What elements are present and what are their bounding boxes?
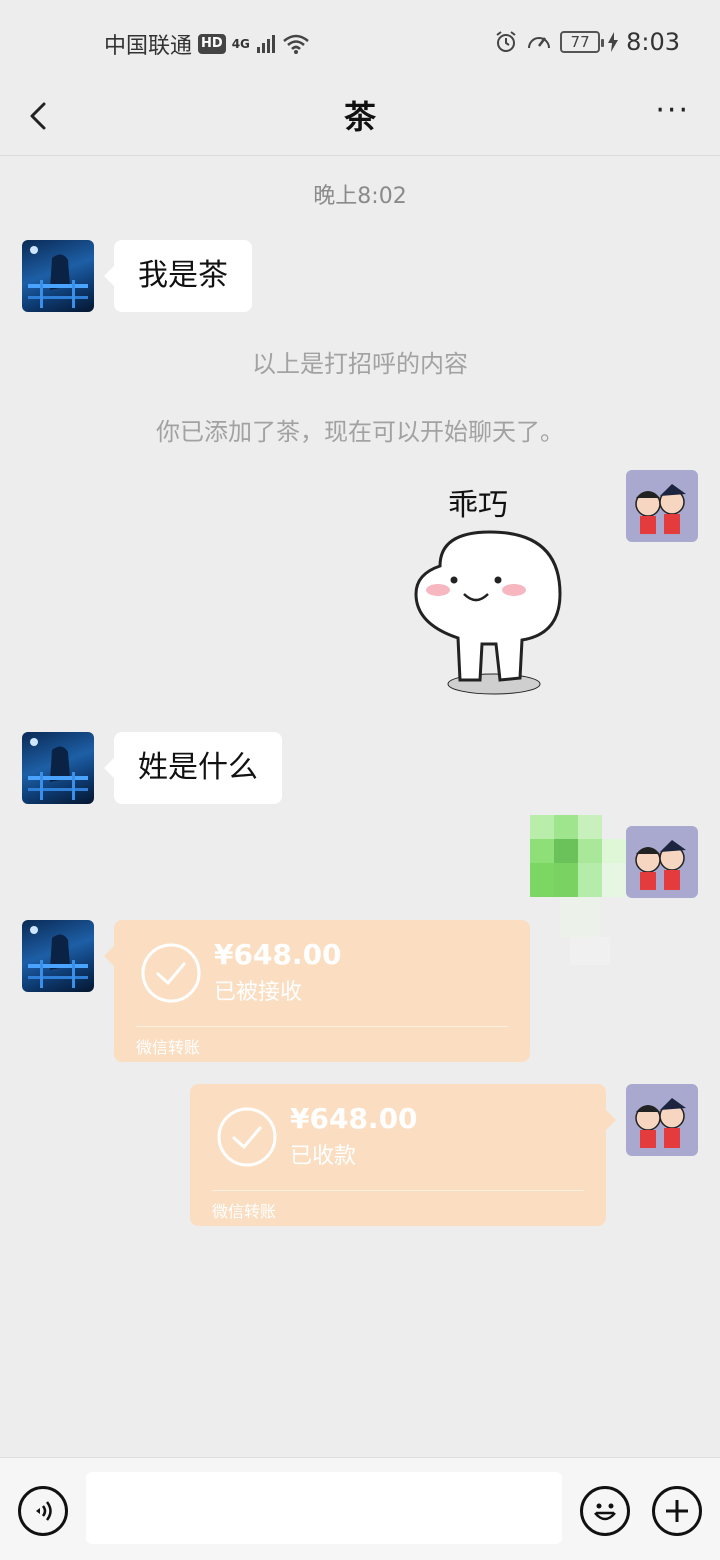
avatar-image (635, 484, 686, 534)
transfer-status: 已被接收 (214, 980, 303, 1005)
status-right: 77 8:03 (494, 28, 680, 56)
transfer-label: 微信转账 (212, 1202, 277, 1221)
network-type: 4G (231, 37, 250, 51)
my-avatar[interactable] (626, 470, 698, 542)
alarm-icon (496, 31, 516, 52)
message-bubble[interactable]: 我是茶 (104, 240, 252, 312)
transfer-status: 已收款 (290, 1144, 357, 1169)
check-circle-icon (217, 1107, 277, 1167)
plus-icon (666, 1500, 688, 1522)
sticker-image[interactable]: 乖巧 (410, 474, 570, 700)
title-divider (0, 155, 720, 156)
speed-icon (528, 37, 551, 49)
status-time: 8:03 (626, 28, 680, 56)
image-message[interactable] (530, 815, 630, 965)
avatar-image (28, 926, 88, 988)
system-message: 以上是打招呼的内容 (252, 350, 468, 378)
status-bar: 中国联通 HD 4G 77 8:03 (0, 0, 720, 84)
avatar-image (28, 246, 88, 308)
transfer-divider (212, 1190, 584, 1191)
message-timestamp: 晚上8:02 (313, 184, 407, 209)
emoji-icon (594, 1503, 616, 1521)
system-message: 你已添加了茶，现在可以开始聊天了。 (156, 418, 564, 446)
contact-avatar[interactable] (22, 732, 94, 804)
transfer-amount: ¥648.00 (290, 1102, 418, 1135)
chat-title: 茶 (343, 98, 376, 136)
my-avatar[interactable] (626, 826, 698, 898)
signal-icon (256, 35, 275, 53)
charging-icon (608, 32, 619, 52)
voice-button[interactable] (18, 1486, 68, 1536)
avatar-image (28, 738, 88, 800)
transfer-divider (136, 1026, 508, 1027)
transfer-label: 微信转账 (136, 1038, 201, 1057)
hd-badge: HD (198, 34, 226, 54)
message-bubble[interactable]: 姓是什么 (104, 732, 282, 804)
avatar-image (635, 1098, 686, 1148)
status-left: 中国联通 HD 4G (104, 28, 310, 60)
input-bar (0, 1457, 720, 1560)
more-options-button[interactable]: ··· (655, 96, 690, 126)
plus-button[interactable] (652, 1486, 702, 1536)
contact-avatar[interactable] (22, 920, 94, 992)
message-input[interactable] (86, 1472, 562, 1544)
transfer-card[interactable]: ¥648.00 已收款 微信转账 (190, 1084, 616, 1226)
transfer-card[interactable]: ¥648.00 已被接收 微信转账 (104, 920, 530, 1062)
check-circle-icon (141, 943, 201, 1003)
contact-avatar[interactable] (22, 240, 94, 312)
title-bar: 茶 ··· (0, 84, 720, 156)
sticker-caption: 乖巧 (448, 488, 508, 523)
my-avatar[interactable] (626, 1084, 698, 1156)
avatar-image (635, 840, 686, 890)
emoji-button[interactable] (580, 1486, 630, 1536)
wifi-icon (283, 34, 309, 54)
pixelated-image (530, 815, 626, 965)
voice-icon (36, 1501, 52, 1521)
transfer-amount: ¥648.00 (214, 938, 342, 971)
battery-indicator: 77 (560, 31, 605, 53)
carrier-name: 中国联通 (104, 34, 193, 59)
